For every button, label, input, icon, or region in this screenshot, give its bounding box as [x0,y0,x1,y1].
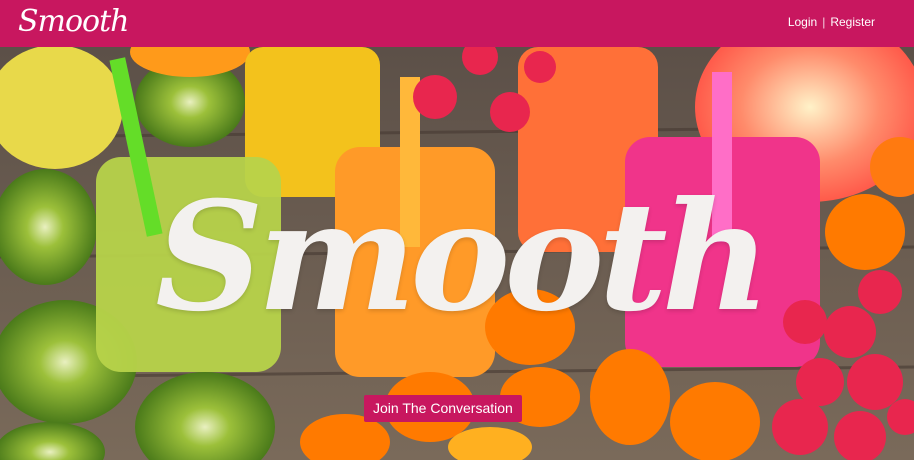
auth-separator: | [822,15,826,29]
hero-logo: Smooth [155,169,770,345]
register-link[interactable]: Register [830,15,875,29]
site-logo[interactable]: Smooth [18,2,129,42]
auth-links: Login | Register [788,15,875,29]
top-navigation-bar: Smooth Login | Register [0,0,914,47]
login-link[interactable]: Login [788,15,817,29]
join-conversation-button[interactable]: Join The Conversation [364,395,522,422]
